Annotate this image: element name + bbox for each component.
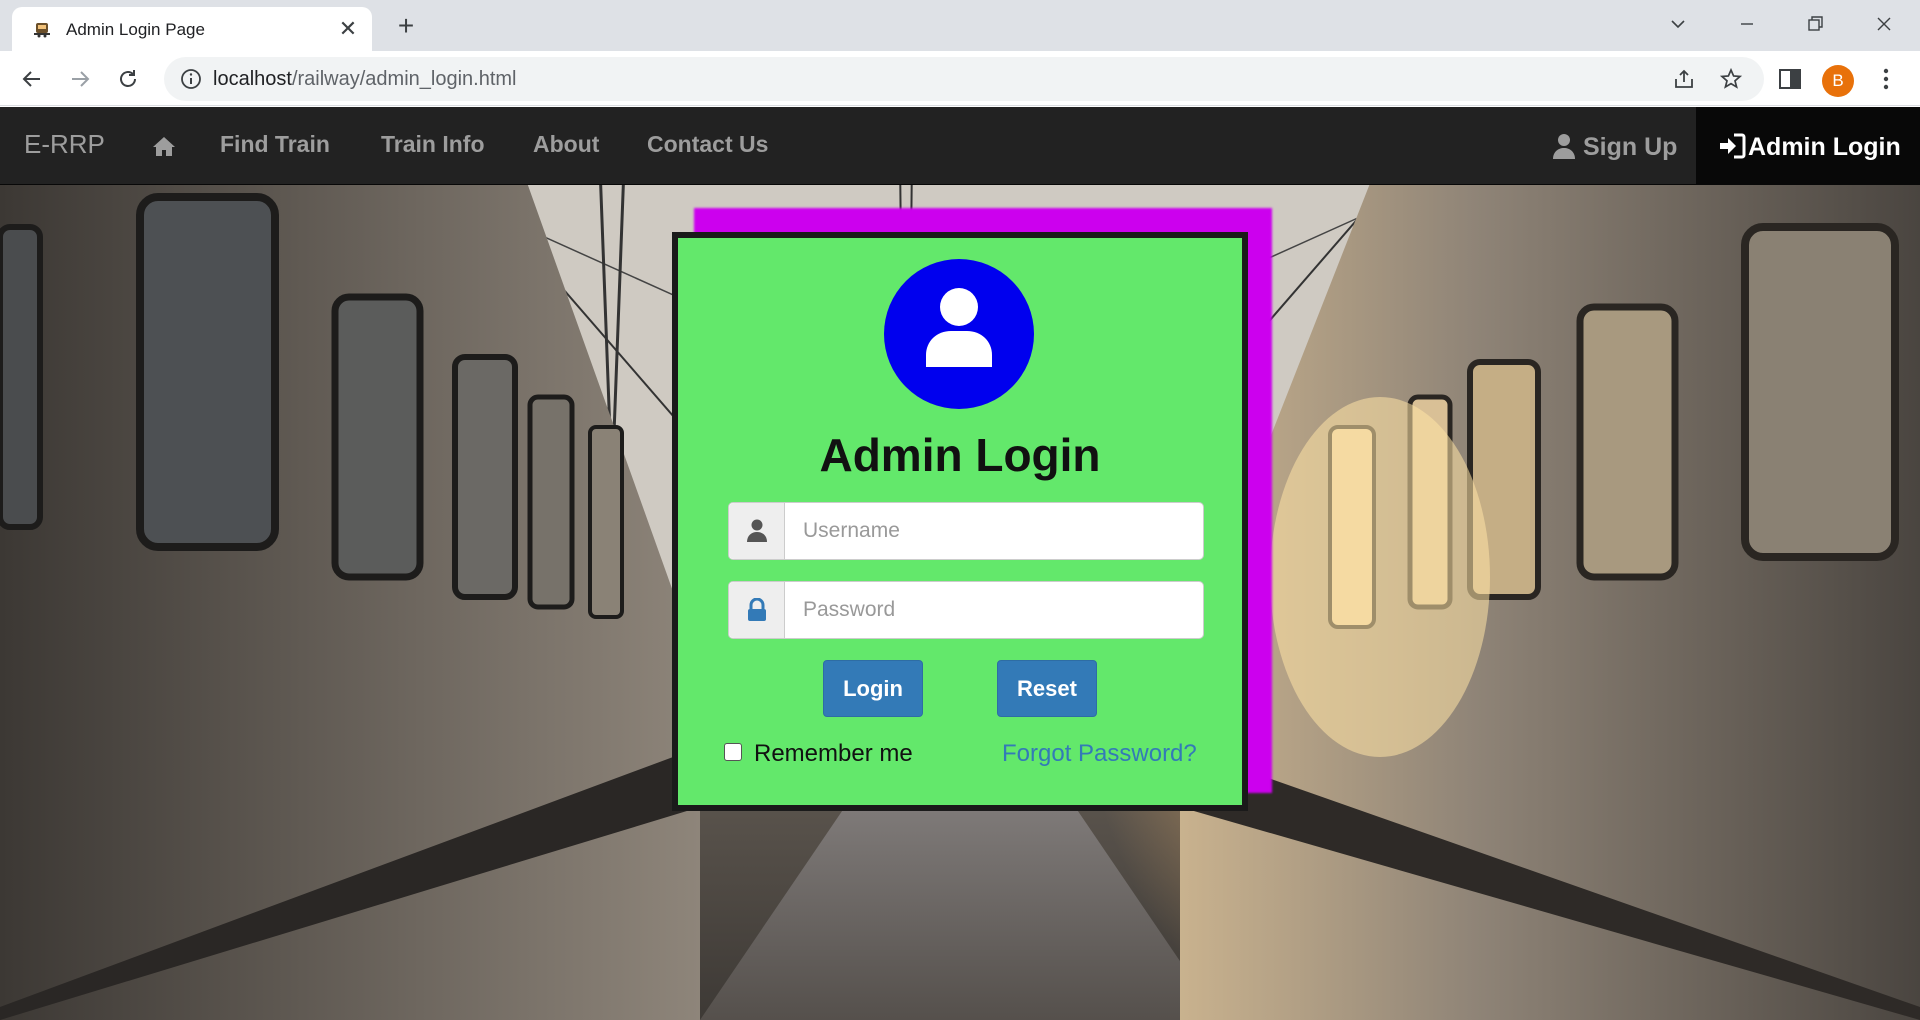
site-info-icon[interactable] [180,68,202,90]
sign-in-icon [1720,133,1746,159]
user-silhouette-icon [926,288,992,367]
password-addon [729,582,785,638]
minimize-icon[interactable] [1727,8,1767,40]
forward-icon[interactable] [64,63,96,95]
close-window-icon[interactable] [1864,8,1904,40]
restore-icon[interactable] [1795,8,1835,40]
reload-icon[interactable] [112,63,144,95]
remember-checkbox[interactable] [724,743,742,761]
reset-button[interactable]: Reset [997,660,1097,717]
share-icon[interactable] [1672,67,1696,91]
train-favicon-icon [34,23,50,38]
back-icon[interactable] [16,63,48,95]
user-icon [747,519,767,542]
login-button[interactable]: Login [823,660,923,717]
browser-toolbar: localhost/railway/admin_login.html B [0,51,1920,106]
password-group [728,581,1204,639]
nav-admin-login[interactable]: Admin Login [1696,107,1920,185]
remember-label: Remember me [754,740,913,767]
tab-title: Admin Login Page [66,20,205,39]
username-addon [729,503,785,559]
nav-link-contact-us[interactable]: Contact Us [647,131,768,158]
user-avatar [884,259,1034,409]
browser-menu-icon[interactable] [1872,65,1900,93]
nav-link-find-train[interactable]: Find Train [220,131,330,158]
page-viewport: E-RRP Find Train Train Info About Contac… [0,107,1920,1020]
tab-search-icon[interactable] [1658,8,1698,40]
forgot-password-link[interactable]: Forgot Password? [1002,740,1197,768]
login-card: Admin Login Login Reset Reme [672,232,1248,811]
username-group [728,502,1204,560]
user-icon [1553,134,1575,159]
home-icon[interactable] [152,135,176,157]
profile-avatar[interactable]: B [1822,65,1854,97]
url-path: /railway/admin_login.html [291,68,517,90]
admin-login-label: Admin Login [1748,133,1901,161]
tab-close-icon[interactable]: ✕ [334,15,362,43]
nav-link-about[interactable]: About [533,131,599,158]
navbar-brand[interactable]: E-RRP [24,129,105,160]
sign-up-label: Sign Up [1583,133,1678,161]
browser-tabstrip: Admin Login Page ✕ + [0,0,1920,51]
username-input[interactable] [785,503,1203,559]
password-input[interactable] [785,582,1203,638]
url-text[interactable]: localhost/railway/admin_login.html [213,68,516,91]
login-heading: Admin Login [819,429,1101,481]
site-navbar: E-RRP Find Train Train Info About Contac… [0,107,1920,185]
bookmark-star-icon[interactable] [1719,67,1743,91]
address-bar[interactable]: localhost/railway/admin_login.html [164,57,1764,101]
browser-tab-active[interactable]: Admin Login Page ✕ [12,7,372,51]
new-tab-icon[interactable]: + [390,10,422,42]
side-panel-icon[interactable] [1776,65,1804,93]
url-host: localhost [213,68,292,90]
lock-icon [748,598,766,621]
nav-link-train-info[interactable]: Train Info [381,131,485,158]
